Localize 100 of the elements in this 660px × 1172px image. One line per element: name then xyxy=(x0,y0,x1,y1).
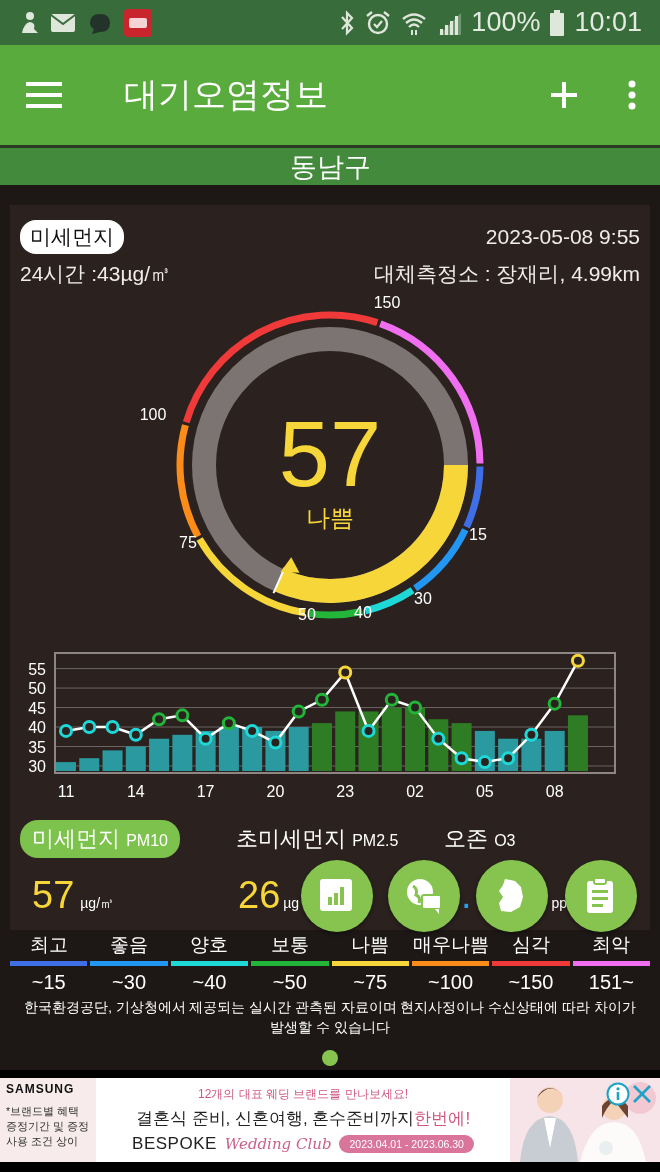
x-axis-label: 11 xyxy=(57,783,75,800)
level-range: ~75 xyxy=(353,970,388,995)
menu-button[interactable] xyxy=(26,82,62,108)
chart-button[interactable] xyxy=(301,860,373,932)
app-title: 대기오염정보 xyxy=(124,74,329,115)
level-label: 매우나쁨 xyxy=(412,933,489,957)
y-axis-label: 30 xyxy=(28,758,46,775)
y-axis-label: 45 xyxy=(28,699,46,717)
bar xyxy=(218,727,239,771)
bar xyxy=(56,762,76,771)
map-button[interactable] xyxy=(476,860,548,932)
y-axis-label: 55 xyxy=(28,660,46,678)
level-range: ~15 xyxy=(31,970,66,995)
data-point xyxy=(268,735,283,750)
data-point xyxy=(570,653,585,668)
mail-icon xyxy=(50,12,76,33)
data-point xyxy=(431,731,446,746)
alarm-clock-icon xyxy=(365,9,392,36)
unit-label: µg xyxy=(283,895,300,911)
data-point xyxy=(128,727,143,742)
ad-banner[interactable]: SAMSUNG *브랜드별 혜택 증정기간 및 증정 사용 조건 상이 12개의 대표 웨딩 브랜드를 만나보세요! 결혼식 준비, 신혼여행, 혼수준비까지한번에! BESPOKE Wedding Club 2023.04.01 - 2023.06.30 xyxy=(0,1078,660,1162)
scale-label: 75 xyxy=(179,534,197,552)
bar xyxy=(125,746,146,771)
scale-label: 100 xyxy=(139,406,167,424)
global-button[interactable] xyxy=(388,860,460,932)
location-name: 동남구 xyxy=(289,150,371,184)
bar xyxy=(335,711,356,771)
unit-label: µg/㎥ xyxy=(80,895,115,913)
level-label: 최고 xyxy=(29,933,68,957)
data-point xyxy=(477,755,492,770)
level-label: 양호 xyxy=(190,933,229,957)
info-icon[interactable] xyxy=(606,1082,630,1106)
scale-label: 50 xyxy=(298,606,316,624)
ad-period: 2023.04.01 - 2023.06.30 xyxy=(339,1135,474,1153)
data-point xyxy=(408,700,423,715)
data-point xyxy=(361,723,376,738)
level-label: 최악 xyxy=(592,933,631,957)
bar xyxy=(405,707,426,771)
bar xyxy=(172,734,193,771)
level-range: ~100 xyxy=(428,970,474,995)
scale-label: 150 xyxy=(373,294,401,312)
x-axis-label: 05 xyxy=(475,783,494,800)
ad-highlight: 한번에! xyxy=(414,1108,471,1130)
level-range: 151~ xyxy=(588,970,634,995)
disclaimer-text: 한국환경공단, 기상청에서 제공되는 실시간 관측된 자료이며 현지사정이나 수신상태에 따라 차이가 발생할 수 있습니다 xyxy=(23,999,637,1037)
x-axis-label: 14 xyxy=(126,783,145,800)
data-point xyxy=(59,723,73,738)
gauge-grade: 나쁨 xyxy=(306,504,354,532)
data-point xyxy=(221,716,236,731)
bar xyxy=(79,758,100,771)
data-point xyxy=(524,727,539,742)
data-point xyxy=(501,751,516,766)
daily-average: 24시간 :43µg/㎥ xyxy=(20,261,171,287)
data-point xyxy=(105,720,120,735)
data-point xyxy=(198,731,213,746)
app-icon xyxy=(124,8,152,37)
bar xyxy=(381,707,402,771)
brand-name: SAMSUNG xyxy=(6,1082,76,1096)
data-point xyxy=(152,712,167,727)
ad-logo: BESPOKE xyxy=(132,1134,217,1154)
battery-percent: 100% xyxy=(471,7,541,38)
x-axis-label: 02 xyxy=(406,783,424,800)
more-button[interactable] xyxy=(628,80,636,110)
x-axis-label: 08 xyxy=(545,783,564,800)
bar xyxy=(102,750,123,771)
data-point xyxy=(338,665,353,680)
x-axis-label: 23 xyxy=(336,783,355,800)
timestamp: 2023-05-08 9:55 xyxy=(485,225,640,249)
clock-time: 10:01 xyxy=(574,7,642,38)
pollutant-tab[interactable]: 오존 O3 xyxy=(444,820,528,858)
data-point xyxy=(82,720,97,735)
data-point xyxy=(454,751,469,766)
scale-label: 15 xyxy=(469,526,487,544)
bar xyxy=(288,727,309,771)
level-range: ~30 xyxy=(112,970,147,995)
bar xyxy=(544,730,565,771)
x-axis-label: 20 xyxy=(266,783,285,800)
pollutant-value: . xyxy=(461,874,472,917)
add-button[interactable] xyxy=(550,81,578,109)
y-axis-label: 40 xyxy=(28,719,46,737)
page-indicator xyxy=(322,1050,338,1066)
level-range: ~50 xyxy=(272,970,307,995)
level-range: ~40 xyxy=(192,970,227,995)
pollutant-tab[interactable]: 초미세먼지 PM2.5 xyxy=(236,820,411,858)
ad-note: 사용 조건 상이 xyxy=(6,1134,79,1149)
data-point xyxy=(245,723,260,738)
x-axis-label: 17 xyxy=(196,783,215,800)
data-point xyxy=(314,692,329,707)
station-info: 대체측정소 : 장재리, 4.99km xyxy=(373,261,640,287)
bar xyxy=(521,738,542,771)
bar xyxy=(149,738,170,771)
data-point xyxy=(547,696,562,711)
unit-label: pp xyxy=(551,895,568,911)
level-range: ~150 xyxy=(508,970,554,995)
scale-label: 40 xyxy=(354,604,372,622)
pollutant-value: 57 xyxy=(32,874,75,917)
data-point xyxy=(384,692,399,707)
level-label: 심각 xyxy=(511,933,550,957)
ad-note: *브랜드별 혜택 xyxy=(6,1104,80,1119)
report-button[interactable] xyxy=(565,860,637,932)
